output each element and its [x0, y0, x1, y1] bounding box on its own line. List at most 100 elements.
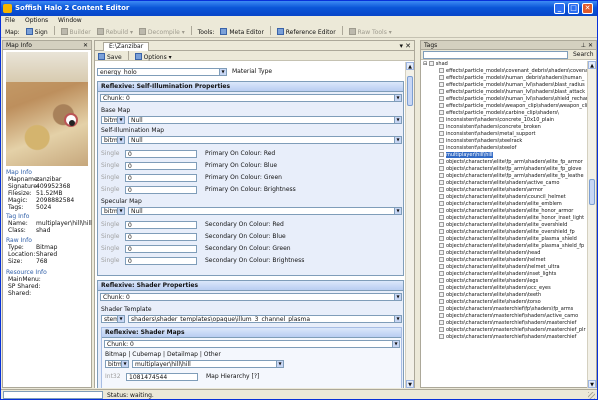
- raw-tools-button[interactable]: Raw Tools ▾: [348, 28, 392, 36]
- tag-tree-item[interactable]: effects\particle_models\weapon_clip\shad…: [421, 103, 589, 110]
- map-type-tabs[interactable]: Bitmap | Cubemap | Detailmap | Other: [105, 351, 221, 359]
- close-panel-icon[interactable]: ✕: [588, 41, 593, 50]
- tag-tree-item[interactable]: objects\characters\elite\shaders\torso: [421, 299, 589, 306]
- tag-tree-item[interactable]: objects\characters\elite\shaders\elite_o…: [421, 222, 589, 229]
- tag-tree-item[interactable]: inconsistent\shaders\steelrack: [421, 138, 589, 145]
- tag-tree-item[interactable]: objects\characters\elite\shaders\elite_p…: [421, 243, 589, 250]
- tag-tree-item[interactable]: objects\characters\elite\shaders\helmet: [421, 257, 589, 264]
- tag-tree-item[interactable]: effects\particle_models\human_debris\sha…: [421, 75, 589, 82]
- tag-tree-item[interactable]: objects\characters\masterchief\shaders\a…: [421, 313, 589, 320]
- tag-file-icon: [439, 278, 444, 283]
- tag-tree-item[interactable]: objects\characters\masterchief\shaders\m…: [421, 327, 589, 334]
- tag-tree-item[interactable]: objects\characters\elite\fp_arm\shaders\…: [421, 166, 589, 173]
- tag-tree-item[interactable]: objects\characters\elite\shaders\elite_h…: [421, 215, 589, 222]
- tag-tree-item[interactable]: objects\characters\elite\shaders\head: [421, 250, 589, 257]
- scroll-down-icon[interactable]: ▼: [588, 380, 596, 388]
- options-button[interactable]: Options ▾: [134, 53, 172, 61]
- tag-tree-item[interactable]: objects\characters\elite\shaders\elite_o…: [421, 229, 589, 236]
- specular-map-select[interactable]: Null ▼: [128, 207, 402, 215]
- tags-scrollbar[interactable]: ▲ ▼: [587, 61, 596, 388]
- primary-brightness-input[interactable]: 0: [125, 186, 197, 194]
- tag-tree-item[interactable]: inconsistent\shaders\metal_support: [421, 131, 589, 138]
- search-button[interactable]: Search: [573, 50, 594, 60]
- maximize-button[interactable]: □: [568, 3, 579, 14]
- menu-options[interactable]: Options: [25, 17, 48, 24]
- base-map-type-select[interactable]: bitm ▼: [101, 116, 125, 124]
- primary-green-input[interactable]: 0: [125, 174, 197, 182]
- scroll-down-icon[interactable]: ▼: [406, 380, 414, 388]
- secondary-green-input[interactable]: 0: [125, 245, 197, 253]
- scroll-thumb[interactable]: [407, 76, 413, 106]
- collapse-icon[interactable]: ⊟: [423, 61, 427, 67]
- scroll-thumb[interactable]: [589, 179, 595, 205]
- tag-tree-item[interactable]: objects\characters\elite\shaders\elite_h…: [421, 208, 589, 215]
- secondary-red-input[interactable]: 0: [125, 221, 197, 229]
- sign-button[interactable]: Sign: [25, 28, 48, 36]
- self-illum-map-select[interactable]: Null ▼: [128, 136, 402, 144]
- shader-template-select[interactable]: shaders\shader_templates\opaque\illum_3_…: [128, 315, 402, 323]
- tag-tree-item[interactable]: objects\characters\elite\fp_arm\shaders\…: [421, 159, 589, 166]
- scroll-up-icon[interactable]: ▲: [406, 62, 414, 70]
- primary-red-input[interactable]: 0: [125, 150, 197, 158]
- tab-zanzibar[interactable]: E:\Zanzibar: [103, 42, 150, 51]
- tag-tree-item[interactable]: effects\particle_models\covenant_debris\…: [421, 68, 589, 75]
- tag-tree-item[interactable]: objects\characters\elite\shaders\inset_l…: [421, 271, 589, 278]
- tab-dropdown-icon[interactable]: ▾: [399, 42, 403, 50]
- reference-editor-button[interactable]: Reference Editor: [276, 28, 336, 36]
- template-type-select[interactable]: stem ▼: [101, 315, 125, 323]
- primary-blue-input[interactable]: 0: [125, 162, 197, 170]
- close-panel-icon[interactable]: ✕: [83, 41, 88, 50]
- title-bar[interactable]: Soffish Halo 2 Content Editor _ □ ✕: [1, 1, 597, 16]
- material-type-select[interactable]: energy_holo ▼: [97, 68, 227, 76]
- tag-tree-item[interactable]: objects\characters\elite\shaders\teeth: [421, 292, 589, 299]
- tag-tree-item[interactable]: inconsistent\shaders\steelof: [421, 145, 589, 152]
- tree-root-node[interactable]: ⊟ shad: [421, 61, 589, 68]
- meta-editor-button[interactable]: Meta Editor: [220, 28, 264, 36]
- tag-tree-item[interactable]: objects\characters\elite\shaders\helmet_…: [421, 264, 589, 271]
- decompile-button[interactable]: Decompile ▾: [138, 28, 185, 36]
- tag-tree-item[interactable]: objects\characters\elite\fp_arm\shaders\…: [421, 173, 589, 180]
- tag-tree-item[interactable]: objects\characters\elite\shaders\elite_p…: [421, 236, 589, 243]
- tag-tree-item[interactable]: inconsistent\shaders\concrete_broken: [421, 124, 589, 131]
- tag-tree-item[interactable]: objects\characters\elite\shaders\active_…: [421, 180, 589, 187]
- tag-tree-item[interactable]: objects\characters\elite\shaders\legs: [421, 278, 589, 285]
- tag-tree-item[interactable]: objects\characters\elite\shaders\elite_e…: [421, 201, 589, 208]
- map-type-select[interactable]: bitm ▼: [105, 360, 129, 368]
- tag-tree-item[interactable]: objects\characters\elite\shaders\occ_eye…: [421, 285, 589, 292]
- tag-tree-item[interactable]: objects\characters\masterchief\shaders\m…: [421, 320, 589, 327]
- tag-tree-item[interactable]: effects\particle_models\carbine_clip\sha…: [421, 110, 589, 117]
- tag-tree-item[interactable]: objects\characters\elite\shaders\armor: [421, 187, 589, 194]
- chunk-select[interactable]: Chunk: 0 ▼: [100, 94, 402, 102]
- tag-tree-item[interactable]: effects\particle_models\human_lvl\shader…: [421, 89, 589, 96]
- menu-file[interactable]: File: [5, 17, 15, 24]
- tag-tree-item[interactable]: objects\characters\masterchief\fp\shader…: [421, 306, 589, 313]
- tag-search-input[interactable]: [423, 51, 568, 59]
- self-illum-type-select[interactable]: bitm ▼: [101, 136, 125, 144]
- tag-tree-item[interactable]: multiplayer\hill\hill: [421, 152, 589, 159]
- tag-tree-item[interactable]: effects\particle_models\human_lvl\shader…: [421, 96, 589, 103]
- chunk-select[interactable]: Chunk: 0 ▼: [104, 340, 400, 348]
- resize-grip-icon[interactable]: [588, 392, 595, 399]
- secondary-blue-input[interactable]: 0: [125, 233, 197, 241]
- specular-type-select[interactable]: bitm ▼: [101, 207, 125, 215]
- secondary-brightness-input[interactable]: 0: [125, 257, 197, 265]
- map-hierarchy-input[interactable]: 1081474544: [126, 373, 198, 381]
- rebuild-button[interactable]: Rebuild ▾: [96, 28, 133, 36]
- save-button[interactable]: Save: [98, 53, 122, 61]
- close-document-icon[interactable]: ✕: [405, 42, 411, 50]
- tag-file-icon: [439, 152, 444, 157]
- menu-window[interactable]: Window: [58, 17, 82, 24]
- editor-scrollbar[interactable]: ▲ ▼: [405, 62, 414, 388]
- close-button[interactable]: ✕: [582, 3, 593, 14]
- scroll-up-icon[interactable]: ▲: [588, 61, 596, 69]
- tag-tree-item[interactable]: objects\characters\elite\shaders\council…: [421, 194, 589, 201]
- chunk-select[interactable]: Chunk: 0 ▼: [100, 293, 402, 301]
- shader-map-select[interactable]: multiplayer\hill\hill ▼: [132, 360, 284, 368]
- tag-tree-item[interactable]: inconsistent\shaders\concrete_10x10_plai…: [421, 117, 589, 124]
- pin-icon[interactable]: ⊥: [581, 41, 586, 50]
- builder-button[interactable]: Builder: [60, 28, 91, 36]
- base-map-select[interactable]: Null ▼: [128, 116, 402, 124]
- tag-tree-item[interactable]: effects\particle_models\human_lvl\shader…: [421, 82, 589, 89]
- minimize-button[interactable]: _: [554, 3, 565, 14]
- tag-tree-item[interactable]: objects\characters\masterchief\shaders\m…: [421, 334, 589, 341]
